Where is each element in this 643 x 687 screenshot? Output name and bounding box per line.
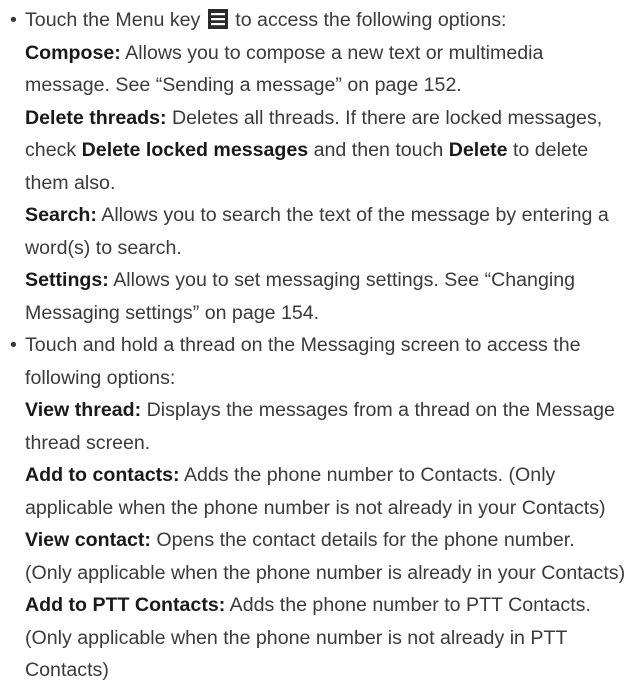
option-description-cont: message. See “Sending a message” on page… — [25, 74, 462, 96]
delete-locked-messages-label: Delete locked messages — [81, 139, 309, 161]
bullet-marker: • — [10, 334, 17, 356]
option-view-thread: View thread: Displays the messages from … — [10, 394, 643, 459]
option-term: Add to PTT Contacts: — [25, 594, 226, 616]
option-description: Allows you to compose a new text or mult… — [120, 41, 544, 64]
option-description-cont: thread screen. — [25, 431, 151, 454]
option-description-cont: and then touch — [308, 139, 449, 161]
menu-intro-text: Touch the Menu key — [25, 9, 201, 31]
option-description-cont: word(s) to search. — [25, 236, 182, 259]
option-description: Adds the phone number to PTT Contacts. — [225, 594, 591, 616]
option-compose: Compose: Allows you to compose a new tex… — [10, 37, 643, 102]
option-search: Search: Allows you to search the text of… — [10, 199, 643, 264]
option-term: Delete threads: — [25, 106, 167, 129]
option-term: Search: — [25, 204, 97, 226]
option-description: Deletes all threads. If there are locked… — [166, 106, 603, 129]
option-term: View contact: — [25, 529, 151, 551]
option-term: View thread: — [25, 399, 142, 421]
delete-label: Delete — [448, 139, 508, 161]
option-description: Opens the contact details for the phone … — [150, 529, 575, 551]
option-description-cont: to delete — [507, 139, 589, 161]
option-description-cont: Contacts) — [25, 659, 109, 681]
option-description: Allows you to search the text of the mes… — [96, 204, 609, 226]
option-description: Displays the messages from a thread on t… — [141, 399, 615, 421]
manual-page: • Touch the Menu key to access the follo… — [0, 0, 643, 681]
option-term: Settings: — [25, 269, 109, 291]
option-delete-threads: Delete threads: Deletes all threads. If … — [10, 102, 643, 200]
option-settings: Settings: Allows you to set messaging se… — [10, 264, 643, 329]
bullet-marker: • — [10, 9, 17, 31]
option-term: Compose: — [25, 41, 121, 64]
option-add-to-contacts: Add to contacts: Adds the phone number t… — [10, 459, 643, 524]
option-term: Add to contacts: — [25, 464, 180, 486]
thread-intro-text: Touch and hold a thread on the Messaging… — [25, 334, 581, 356]
thread-options-bullet: • Touch and hold a thread on the Messagi… — [10, 329, 643, 394]
menu-intro-text-end: to access the following options: — [235, 9, 507, 31]
option-description-cont: them also. — [25, 171, 116, 194]
option-description: Allows you to set messaging settings. Se… — [108, 269, 575, 291]
thread-intro-text-cont: following options: — [25, 366, 176, 389]
menu-options-bullet: • Touch the Menu key to access the follo… — [10, 4, 643, 37]
option-description-cont: Messaging settings” on page 154. — [25, 301, 320, 324]
option-description-cont: check — [25, 139, 82, 161]
option-description: Adds the phone number to Contacts. (Only — [179, 464, 556, 486]
option-description-cont: applicable when the phone number is not … — [25, 496, 606, 519]
option-description-cont: (Only applicable when the phone number i… — [25, 561, 626, 584]
option-view-contact: View contact: Opens the contact details … — [10, 524, 643, 589]
menu-key-icon — [207, 9, 228, 29]
